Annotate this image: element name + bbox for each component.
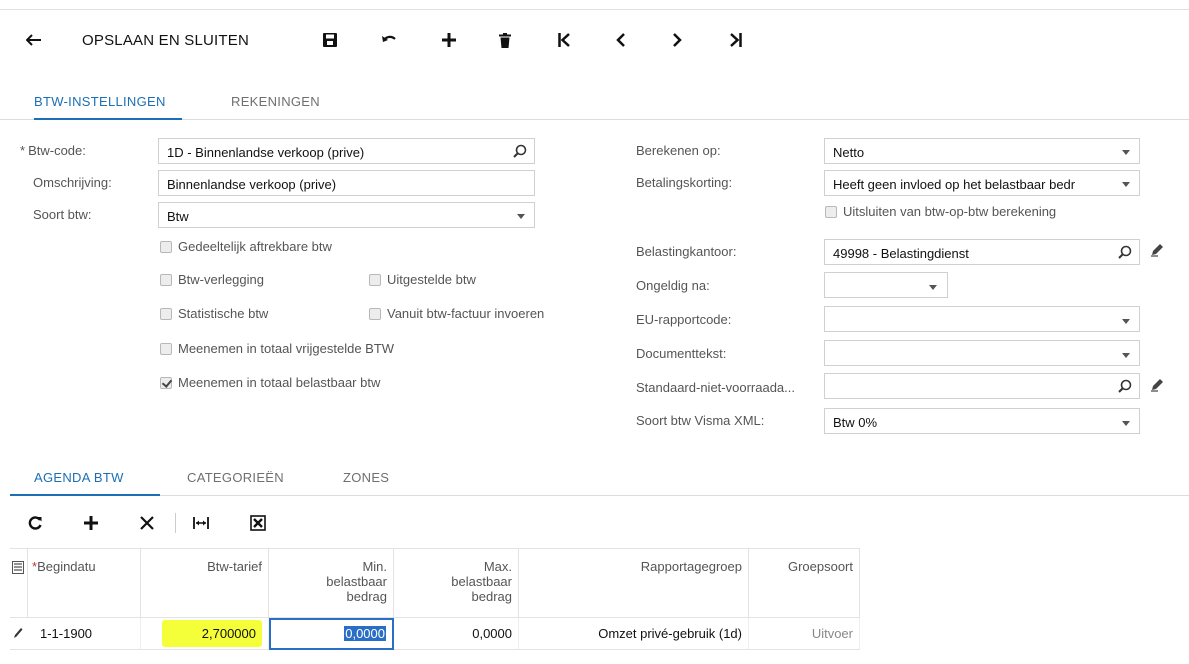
cell-min-bedrag-editor[interactable]: 0,0000 (269, 618, 394, 650)
statistisch-checkbox[interactable]: Statistische btw (160, 306, 268, 321)
cell-begindatum[interactable]: 1-1-1900 (28, 618, 141, 650)
col-btw-tarief-header[interactable]: Btw-tarief (141, 548, 269, 618)
omschrijving-field[interactable]: Binnenlandse verkoop (prive) (158, 170, 535, 196)
betalingskorting-select[interactable]: Heeft geen invloed op het belastbaar bed… (824, 170, 1140, 196)
fit-columns-icon[interactable] (190, 508, 212, 538)
tab-rekeningen[interactable]: REKENINGEN (231, 94, 341, 120)
uitsluiten-checkbox[interactable]: Uitsluiten van btw-op-btw berekening (825, 204, 1056, 219)
col-max-bedrag-header[interactable]: Max. belastbaar bedrag (394, 548, 519, 618)
main-tabs: BTW-INSTELLINGEN REKENINGEN (0, 94, 1189, 120)
chevron-down-icon (517, 214, 525, 219)
row-selector-header[interactable] (10, 548, 28, 618)
detail-tabs: AGENDA BTW CATEGORIEËN ZONES (10, 470, 1189, 496)
belastingkantoor-label: Belastingkantoor: (636, 244, 737, 259)
ongeldig-na-date[interactable] (824, 272, 948, 298)
search-icon[interactable] (513, 144, 527, 158)
cell-btw-tarief[interactable]: 2,700000 (141, 618, 269, 650)
soort-visma-label: Soort btw Visma XML: (636, 413, 765, 428)
belastbaar-checkbox[interactable]: Meenemen in totaal belastbaar btw (160, 375, 380, 390)
previous-record-icon[interactable] (608, 25, 632, 55)
save-and-close-button[interactable]: OPSLAAN EN SLUITEN (82, 25, 282, 55)
tab-categorieen[interactable]: CATEGORIEËN (187, 470, 297, 496)
first-record-icon[interactable] (552, 25, 576, 55)
next-record-icon[interactable] (665, 25, 689, 55)
tab-btw-instellingen[interactable]: BTW-INSTELLINGEN (34, 94, 182, 120)
standaard-field[interactable] (824, 373, 1140, 399)
cell-rapportagegroep[interactable]: Omzet privé-gebruik (1d) (519, 618, 749, 650)
documenttekst-select[interactable] (824, 340, 1140, 366)
omschrijving-label: Omschrijving: (33, 175, 112, 190)
chevron-down-icon (1122, 150, 1130, 155)
soort-visma-select[interactable]: Btw 0% (824, 408, 1140, 434)
col-rapportagegroep-header[interactable]: Rapportagegroep (519, 548, 749, 618)
toolbar-separator (175, 513, 176, 533)
cell-max-bedrag[interactable]: 0,0000 (394, 618, 519, 650)
top-divider (0, 9, 1189, 10)
vanuit-factuur-checkbox[interactable]: Vanuit btw-factuur invoeren (369, 306, 544, 321)
standaard-label: Standaard-niet-voorraada... (636, 380, 795, 395)
pencil-icon (14, 628, 23, 638)
save-icon[interactable] (318, 25, 342, 55)
search-icon[interactable] (1118, 245, 1132, 259)
cell-groepsoort[interactable]: Uitvoer (749, 618, 860, 650)
belastingkantoor-field[interactable]: 49998 - Belastingdienst (824, 239, 1140, 265)
chevron-down-icon (1122, 421, 1130, 426)
row-edit-indicator (10, 618, 28, 650)
tab-agenda-btw[interactable]: AGENDA BTW (10, 470, 160, 496)
refresh-icon[interactable] (25, 508, 45, 538)
col-min-bedrag-header[interactable]: Min. belastbaar bedrag (269, 548, 394, 618)
eu-rapportcode-label: EU-rapportcode: (636, 312, 732, 327)
berekenen-op-label: Berekenen op: (636, 143, 721, 158)
main-toolbar: OPSLAAN EN SLUITEN (0, 25, 800, 55)
search-icon[interactable] (1118, 379, 1132, 393)
add-row-icon[interactable] (80, 508, 102, 538)
chevron-down-icon (929, 285, 937, 290)
btw-code-label: * Btw-code: (20, 143, 86, 158)
documenttekst-label: Documenttekst: (636, 346, 727, 361)
chevron-down-icon (1122, 353, 1130, 358)
berekenen-op-select[interactable]: Netto (824, 138, 1140, 164)
col-groepsoort-header[interactable]: Groepsoort (749, 548, 860, 618)
soort-btw-select[interactable]: Btw (158, 202, 535, 228)
betalingskorting-label: Betalingskorting: (636, 175, 733, 190)
col-begindatum-header[interactable]: *Begindatu (28, 548, 141, 618)
eu-rapportcode-select[interactable] (824, 306, 1140, 332)
delete-row-icon[interactable] (136, 508, 158, 538)
tab-zones[interactable]: ZONES (343, 470, 413, 496)
highlighted-value: 2,700000 (161, 620, 262, 647)
last-record-icon[interactable] (724, 25, 748, 55)
soort-btw-label: Soort btw: (33, 207, 92, 222)
export-excel-icon[interactable] (247, 508, 269, 538)
btw-code-field[interactable]: 1D - Binnenlandse verkoop (prive) (158, 138, 535, 164)
delete-icon[interactable] (493, 25, 517, 55)
vrijgesteld-checkbox[interactable]: Meenemen in totaal vrijgestelde BTW (160, 341, 394, 356)
chevron-down-icon (1122, 182, 1130, 187)
check-icon (160, 376, 172, 389)
add-icon[interactable] (437, 25, 461, 55)
column-settings-icon[interactable] (12, 561, 24, 574)
verlegging-checkbox[interactable]: Btw-verlegging (160, 272, 264, 287)
edit-pencil-icon[interactable] (1150, 378, 1164, 392)
ongeldig-na-label: Ongeldig na: (636, 278, 710, 293)
back-arrow-icon[interactable] (22, 25, 46, 55)
gedeeltelijk-checkbox[interactable]: Gedeeltelijk aftrekbare btw (160, 239, 332, 254)
chevron-down-icon (1122, 319, 1130, 324)
edit-pencil-icon[interactable] (1150, 243, 1164, 257)
required-marker: * (20, 143, 26, 158)
uitgesteld-checkbox[interactable]: Uitgestelde btw (369, 272, 476, 287)
undo-icon[interactable] (377, 25, 401, 55)
